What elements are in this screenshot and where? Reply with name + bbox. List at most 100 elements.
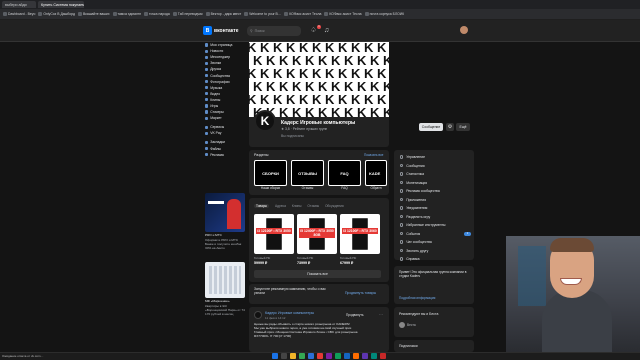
menu-item-help[interactable]: Справка [400, 257, 420, 261]
tab-reviews[interactable]: Отзывы [307, 204, 319, 208]
section-tile-reviews[interactable]: ОТЗЫВЫ [291, 160, 324, 186]
news-icon [205, 49, 209, 53]
menu-item-community-ads[interactable]: Реклама сообщества [400, 189, 440, 193]
app-icon[interactable] [344, 353, 350, 359]
section-label: FAQ [341, 186, 348, 190]
tab-clips[interactable]: Клипы [292, 204, 302, 208]
product-caption: Готовый ПК [340, 256, 357, 260]
telegram-icon[interactable] [308, 353, 314, 359]
sidebar-item-ads[interactable]: Реклама [205, 152, 249, 158]
ad-title[interactable]: PRO и МТС [205, 233, 247, 237]
chrome-icon[interactable] [299, 353, 305, 359]
menu-item-call-friend[interactable]: Звонить другу [400, 249, 428, 253]
section-tile-faq[interactable]: FAQ [328, 160, 361, 186]
app-icon[interactable] [362, 353, 368, 359]
search-icon[interactable] [281, 353, 287, 359]
info-link[interactable]: Подробная информация [399, 296, 435, 300]
webcam-person-hair [550, 238, 594, 252]
menu-item-monetization[interactable]: Монетизация [400, 181, 427, 185]
search-input[interactable]: ⚲ Поиск [247, 26, 301, 36]
menu-item-apps[interactable]: Приложения [400, 198, 426, 202]
sticker-icon [205, 110, 209, 114]
product-label: I3 12100F • RTX 3060 [342, 228, 378, 234]
calendar-icon [400, 231, 404, 236]
bookmark[interactable]: тамса эдомитн [112, 12, 141, 16]
bookmark[interactable]: КОФакс асист Тесла [324, 12, 362, 16]
folder-icon[interactable] [290, 353, 296, 359]
tab-discussions[interactable]: Обсуждения [325, 204, 344, 208]
menu-item-manage[interactable]: Управление [400, 155, 425, 159]
app-icon[interactable] [317, 353, 323, 359]
bookmark[interactable]: точка народа [143, 12, 170, 16]
ad-text: Квартиры в ЖК «Воронцовский Парк» от 74 … [205, 304, 245, 316]
promo-link[interactable]: Продвинуть товары [345, 291, 376, 295]
group-rating[interactable]: ★ 3,8 · Рейтинг лучших групп [281, 127, 327, 131]
cover-pattern-letter: K [370, 105, 380, 117]
cover-pattern-letter: K [331, 105, 341, 117]
ad-banner-mts[interactable] [205, 193, 245, 232]
browser-tab-active[interactable]: Купить Система покупаемые [38, 1, 84, 8]
browser-tab[interactable]: выбери айди [2, 1, 36, 8]
tab-addresses[interactable]: Адреса [275, 204, 286, 208]
menu-item-messages[interactable]: Сообщения [400, 164, 425, 168]
ads-icon [205, 153, 209, 157]
app-icon[interactable] [371, 353, 377, 359]
vk-logo[interactable]: B вконтакте [203, 26, 239, 35]
section-tile-builds[interactable]: СБОРКИ [254, 160, 287, 186]
post-line: RX7700XL I7 700 [i7 1700] [254, 334, 292, 338]
more-button[interactable]: Ещё [456, 123, 470, 131]
bookmark[interactable]: Вкашайте ваших [78, 12, 110, 16]
menu-item-share-game[interactable]: Разделить игру [400, 215, 430, 219]
bookmark[interactable]: Таб переводчик [172, 12, 203, 16]
ad-building-image [209, 266, 241, 294]
app-icon[interactable] [335, 353, 341, 359]
music-icon[interactable]: ♫ [322, 26, 331, 35]
post-promote-button[interactable]: Продвинуть [346, 313, 364, 317]
product-caption: Готовый ПК [297, 256, 314, 260]
app-icon[interactable] [353, 353, 359, 359]
menu-item-stats[interactable]: Статистика [400, 172, 424, 176]
product-price: 59999 ₽ [254, 261, 268, 265]
ad-banner-realty[interactable] [205, 262, 245, 298]
subscription-status[interactable]: Вы подписаны [281, 134, 304, 138]
user-avatar[interactable] [460, 26, 468, 34]
app-icon[interactable] [326, 353, 332, 359]
section-tile-feedback[interactable]: KADE [365, 160, 387, 186]
bookmark[interactable]: Вектор - дарк квест [205, 12, 241, 16]
menu-item-events[interactable]: События [400, 232, 420, 236]
more-icon[interactable]: ⋯ [379, 312, 383, 317]
ad-title[interactable]: МФ «Маршение» [205, 299, 247, 303]
post-author-avatar[interactable] [254, 311, 262, 319]
bookmark[interactable]: OnlyCoz B Дашборд [38, 12, 75, 16]
menu-item-favorite-tools[interactable]: Избранные инструменты [400, 223, 445, 227]
bookmark[interactable]: почта корпуса БЛОИК [364, 12, 404, 16]
events-count-badge: 1 [464, 231, 471, 236]
recommender-avatar[interactable] [399, 322, 405, 328]
menu-item-community-chat[interactable]: Чат сообщества [400, 240, 432, 244]
browser-tabbar: выбери айди Купить Система покупаемые [0, 0, 640, 9]
group-avatar[interactable]: K [254, 110, 276, 132]
post-time[interactable]: 11 фев в 14:12 [265, 316, 285, 320]
message-button[interactable]: Сообщение [419, 123, 443, 131]
recommender-name[interactable]: Веста [407, 323, 416, 327]
share-icon [400, 214, 404, 219]
star-icon [400, 223, 404, 227]
product-card[interactable]: I5 12400F • RTX 3050 8GB [297, 214, 337, 254]
sections-show-all[interactable]: Показать все [364, 153, 383, 157]
product-card[interactable]: I3 12100F • RTX 3060 [340, 214, 380, 254]
show-all-products-button[interactable]: Показать все [254, 270, 381, 278]
group-name: Кадерс Игровые компьютеры [281, 120, 356, 126]
post-author[interactable]: Кадерс Игровые компьютеры [265, 311, 314, 315]
bookmark[interactable]: КОФакс асист Тесла [284, 12, 321, 16]
followers-title[interactable]: Подписчики [399, 344, 418, 348]
notification-bell-button[interactable]: ⚙ [446, 123, 454, 131]
app-icon[interactable] [380, 353, 386, 359]
product-card[interactable]: I3 12100F • RTX 3050 [254, 214, 294, 254]
cover-pattern-letter: K [292, 105, 302, 117]
bookmark[interactable]: Dashboard - Beyo [3, 12, 35, 16]
menu-item-notifications[interactable]: Уведомления [400, 206, 427, 210]
bookmark[interactable]: Welcome to your B… [244, 12, 281, 16]
tab-products[interactable]: Товары [254, 204, 269, 208]
vk-logo-icon: B [203, 26, 212, 35]
windows-icon[interactable] [272, 353, 278, 359]
